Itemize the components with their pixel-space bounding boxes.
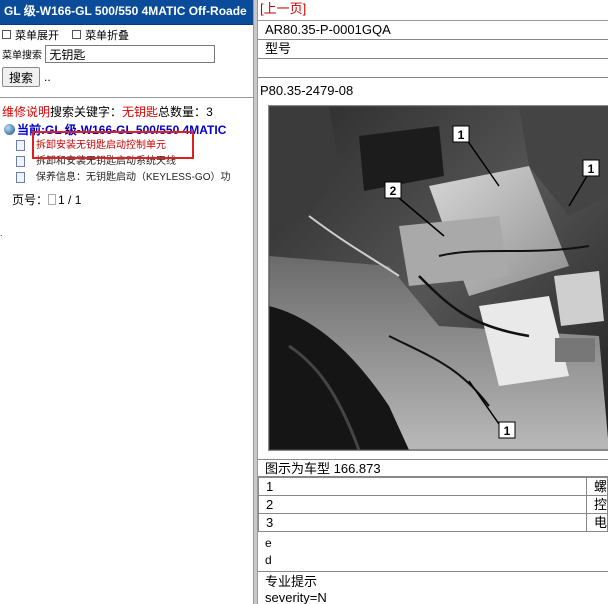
- search-dots: ..: [44, 70, 51, 84]
- component-illustration: 1 1 2 1: [268, 105, 608, 451]
- callout-label: 1: [588, 162, 595, 176]
- search-button-row: 搜索..: [0, 67, 253, 89]
- callout-label: 2: [390, 184, 397, 198]
- tip-title: 专业提示: [265, 574, 318, 589]
- globe-icon: [4, 124, 15, 135]
- search-label: 菜单搜索: [2, 50, 42, 62]
- vehicle-title: GL 级-W166-GL 500/550 4MATIC Off-Roade: [0, 0, 253, 25]
- expand-icon: [2, 30, 11, 39]
- part-number-cell: 3: [258, 513, 587, 532]
- document-icon: [16, 140, 25, 151]
- repair-info-label: 维修说明: [2, 105, 51, 119]
- pager-value[interactable]: 1 / 1: [58, 193, 81, 207]
- prev-page-link[interactable]: [上一页]: [260, 1, 306, 16]
- menu-collapse-button[interactable]: 菜单折叠: [72, 30, 129, 42]
- divider: [0, 97, 253, 98]
- part-number: P80.35-2479-08: [260, 83, 354, 98]
- search-button[interactable]: 搜索: [2, 67, 41, 87]
- model-label: 型号: [258, 40, 608, 59]
- menu-collapse-label: 菜单折叠: [85, 30, 130, 42]
- part-number-cell: 2: [258, 495, 587, 514]
- document-icon: [16, 156, 25, 167]
- menu-expand-label: 菜单展开: [15, 30, 59, 42]
- count-value: 3: [206, 105, 213, 119]
- stray-link[interactable]: .: [0, 228, 3, 238]
- doc-id: AR80.35-P-0001GQA: [258, 21, 608, 40]
- callout-label: 1: [458, 128, 465, 142]
- count-label: 总数量：: [158, 105, 207, 119]
- keyword-value: 无钥匙: [122, 105, 159, 119]
- pager-label: 页号：: [12, 193, 49, 207]
- part-number-cell: 1: [258, 477, 587, 496]
- note-line: d: [265, 553, 272, 567]
- page-box-icon: [48, 194, 57, 205]
- table-row: 1螺: [258, 477, 608, 496]
- tip-line: severity=N: [265, 590, 327, 604]
- pager: 页号： 1 / 1: [0, 192, 253, 208]
- illustration-svg: 1 1 2 1: [269, 106, 608, 450]
- professional-tip: 专业提示 severity=N: [265, 574, 327, 604]
- collapse-icon: [72, 30, 82, 39]
- prev-page-row: [上一页]: [258, 0, 608, 21]
- table-row: 2控: [258, 495, 608, 514]
- callout-label: 1: [504, 424, 511, 438]
- note-line: e: [265, 536, 272, 550]
- parts-table: 1螺 2控 3电: [258, 477, 608, 532]
- navigation-pane: GL 级-W166-GL 500/550 4MATIC Off-Roade 菜单…: [0, 0, 253, 604]
- tree-item-label: 保养信息：无钥匙启动（KEYLESS-GO）功: [36, 172, 231, 183]
- search-summary: 维修说明搜索关键字：无钥匙总数量：3: [0, 104, 253, 120]
- keyword-label: 搜索关键字：: [50, 105, 123, 119]
- menu-expand-button[interactable]: 菜单展开: [2, 30, 59, 42]
- table-row: 3电: [258, 513, 608, 532]
- search-row: 菜单搜索: [0, 45, 253, 67]
- notes-block: e d: [258, 535, 608, 572]
- search-input[interactable]: [45, 45, 216, 63]
- figure-caption: 图示为车型 166.873: [258, 459, 608, 477]
- tree-item[interactable]: 保养信息：无钥匙启动（KEYLESS-GO）功: [0, 170, 253, 186]
- highlight-box: [32, 131, 194, 159]
- menu-controls: 菜单展开 菜单折叠: [0, 27, 253, 45]
- model-value-row: [258, 59, 608, 78]
- document-icon: [16, 172, 25, 183]
- part-desc-cell: 控: [585, 495, 608, 514]
- part-desc-cell: 电: [585, 513, 608, 532]
- document-pane: [上一页] AR80.35-P-0001GQA 型号 P80.35-2479-0…: [258, 0, 608, 604]
- part-desc-cell: 螺: [585, 477, 608, 496]
